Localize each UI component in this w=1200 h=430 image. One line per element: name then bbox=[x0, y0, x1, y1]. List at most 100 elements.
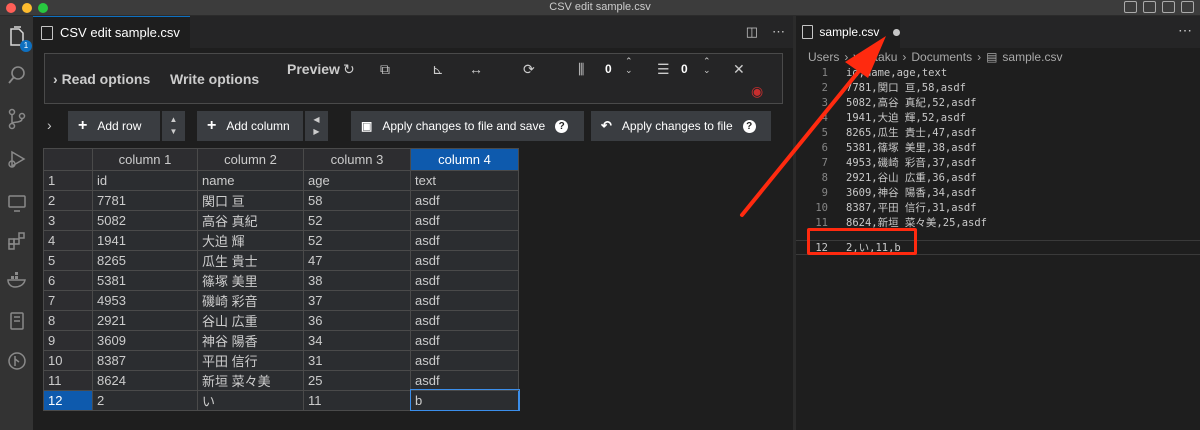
row-number-cell[interactable]: 8 bbox=[43, 309, 93, 331]
grid-cell[interactable]: asdf bbox=[410, 289, 519, 311]
grid-cell[interactable]: 8387 bbox=[92, 349, 198, 371]
grid-cell[interactable]: 8624 bbox=[92, 369, 198, 391]
grid-cell[interactable]: b bbox=[409, 389, 520, 411]
grid-cell[interactable]: asdf bbox=[410, 269, 519, 291]
code-line[interactable]: 7 4953,磯崎 彩音,37,asdf bbox=[796, 156, 1200, 171]
write-options-toggle[interactable]: Write options bbox=[170, 71, 259, 87]
tab-csv-edit[interactable]: CSV edit sample.csv bbox=[33, 16, 190, 48]
grid-cell[interactable]: 25 bbox=[303, 369, 411, 391]
grid-cell[interactable]: 篠塚 美里 bbox=[197, 269, 304, 291]
grid-cell[interactable]: 2 bbox=[92, 389, 198, 411]
grid-cell[interactable]: 52 bbox=[303, 209, 411, 231]
grid-cell[interactable]: い bbox=[197, 389, 304, 411]
grid-cell[interactable]: 磯崎 彩音 bbox=[197, 289, 304, 311]
docker-icon[interactable] bbox=[6, 268, 28, 290]
eye-icon[interactable]: ◉ bbox=[751, 83, 763, 100]
grid-cell[interactable]: 38 bbox=[303, 269, 411, 291]
grid-cell[interactable]: asdf bbox=[410, 349, 519, 371]
grid-cell[interactable]: text bbox=[410, 170, 519, 191]
grid-cell[interactable]: 58 bbox=[303, 189, 411, 211]
code-line[interactable]: 3 5082,高谷 真紀,52,asdf bbox=[796, 96, 1200, 111]
grid-cell[interactable]: 31 bbox=[303, 349, 411, 371]
column-header[interactable]: column 1 bbox=[92, 148, 198, 171]
help-icon[interactable]: ? bbox=[742, 119, 756, 133]
grid-cell[interactable]: 神谷 陽香 bbox=[197, 329, 304, 351]
grid-cell[interactable]: asdf bbox=[410, 329, 519, 351]
add-row-button[interactable]: + Add row bbox=[68, 111, 160, 141]
add-row-options-button[interactable]: ▲ ▼ bbox=[161, 111, 185, 141]
grid-cell[interactable]: asdf bbox=[410, 189, 519, 211]
breadcrumb-item[interactable]: yositaku bbox=[853, 50, 897, 64]
chevron-right-icon[interactable]: › bbox=[47, 117, 52, 133]
column-header[interactable]: column 2 bbox=[197, 148, 304, 171]
grid-cell[interactable]: 新垣 菜々美 bbox=[197, 369, 304, 391]
grid-cell[interactable]: id bbox=[92, 170, 198, 191]
row-number-cell[interactable]: 11 bbox=[43, 369, 93, 391]
grid-cell[interactable]: 谷山 広重 bbox=[197, 309, 304, 331]
resize-columns-icon[interactable]: ↔ bbox=[469, 61, 483, 77]
run-debug-icon[interactable] bbox=[6, 148, 28, 170]
grid-cell[interactable]: 1941 bbox=[92, 229, 198, 251]
grid-cell[interactable]: asdf bbox=[410, 229, 519, 251]
bookmarks-icon[interactable] bbox=[6, 310, 28, 332]
grid-cell[interactable]: asdf bbox=[410, 249, 519, 271]
code-line[interactable]: 1 id,name,age,text bbox=[796, 66, 1200, 81]
apply-button[interactable]: ↶ Apply changes to file ? bbox=[591, 111, 771, 141]
grid-cell[interactable]: 瓜生 貴士 bbox=[197, 249, 304, 271]
apply-save-button[interactable]: ▣ Apply changes to file and save ? bbox=[351, 111, 584, 141]
ruler-icon[interactable]: ⊾ bbox=[432, 61, 444, 78]
customize-layout-icon[interactable] bbox=[1181, 1, 1194, 13]
grid-cell[interactable]: 2921 bbox=[92, 309, 198, 331]
remote-explorer-icon[interactable] bbox=[6, 192, 28, 214]
more-actions-icon[interactable]: ⋯ bbox=[1178, 22, 1192, 39]
split-editor-icon[interactable]: ◫ bbox=[746, 24, 758, 40]
search-icon[interactable] bbox=[6, 64, 28, 86]
source-control-icon[interactable] bbox=[6, 108, 28, 130]
grid-cell[interactable]: name bbox=[197, 170, 304, 191]
code-line[interactable]: 9 3609,神谷 陽香,34,asdf bbox=[796, 186, 1200, 201]
reload-icon[interactable]: ⟳ bbox=[523, 61, 535, 78]
corner-cell[interactable] bbox=[43, 148, 93, 171]
fixed-columns-stepper[interactable]: ⌃ ⌄ bbox=[625, 57, 633, 75]
toggle-secondary-sidebar-icon[interactable] bbox=[1162, 1, 1175, 13]
code-line[interactable]: 2 7781,関口 亘,58,asdf bbox=[796, 81, 1200, 96]
add-column-options-button[interactable]: ◀ ▶ bbox=[304, 111, 328, 141]
grid-cell[interactable]: 37 bbox=[303, 289, 411, 311]
grid-cell[interactable]: 5381 bbox=[92, 269, 198, 291]
copy-icon[interactable]: ⧉ bbox=[380, 61, 390, 78]
breadcrumb-item[interactable]: Users bbox=[808, 50, 839, 64]
grid-cell[interactable]: 36 bbox=[303, 309, 411, 331]
code-line[interactable]: 6 5381,篠塚 美里,38,asdf bbox=[796, 141, 1200, 156]
grid-cell[interactable]: asdf bbox=[410, 209, 519, 231]
unsaved-dot-icon[interactable] bbox=[893, 28, 900, 36]
grid-cell[interactable]: 52 bbox=[303, 229, 411, 251]
breadcrumb-item[interactable]: Documents bbox=[911, 50, 972, 64]
grid-cell[interactable]: 7781 bbox=[92, 189, 198, 211]
grid-cell[interactable]: 3609 bbox=[92, 329, 198, 351]
grid-cell[interactable]: 8265 bbox=[92, 249, 198, 271]
code-line[interactable]: 8 2921,谷山 広重,36,asdf bbox=[796, 171, 1200, 186]
grid-cell[interactable]: asdf bbox=[410, 369, 519, 391]
column-header-selected[interactable]: column 4 bbox=[410, 148, 519, 171]
grid-cell[interactable]: 47 bbox=[303, 249, 411, 271]
grid-cell[interactable]: age bbox=[303, 170, 411, 191]
code-line[interactable]: 4 1941,大迫 輝,52,asdf bbox=[796, 111, 1200, 126]
row-number-cell[interactable]: 9 bbox=[43, 329, 93, 351]
tab-sample-csv[interactable]: sample.csv bbox=[796, 16, 900, 48]
row-number-cell[interactable]: 7 bbox=[43, 289, 93, 311]
breadcrumb-item[interactable]: sample.csv bbox=[1002, 50, 1062, 64]
grid-cell[interactable]: 大迫 輝 bbox=[197, 229, 304, 251]
grid-cell[interactable]: 高谷 真紀 bbox=[197, 209, 304, 231]
code-line[interactable]: 5 8265,瓜生 貴士,47,asdf bbox=[796, 126, 1200, 141]
row-number-cell[interactable]: 4 bbox=[43, 229, 93, 251]
grid-cell[interactable]: 34 bbox=[303, 329, 411, 351]
explorer-icon[interactable]: 1 bbox=[6, 26, 32, 52]
no-highlight-icon[interactable]: ✕ bbox=[733, 61, 745, 78]
extensions-icon[interactable] bbox=[6, 230, 28, 252]
grid-cell[interactable]: 4953 bbox=[92, 289, 198, 311]
row-number-cell[interactable]: 2 bbox=[43, 189, 93, 211]
more-actions-icon[interactable]: ⋯ bbox=[772, 24, 785, 40]
fixed-rows-stepper[interactable]: ⌃ ⌄ bbox=[703, 57, 711, 75]
column-header[interactable]: column 3 bbox=[303, 148, 411, 171]
grid-cell[interactable]: 関口 亘 bbox=[197, 189, 304, 211]
